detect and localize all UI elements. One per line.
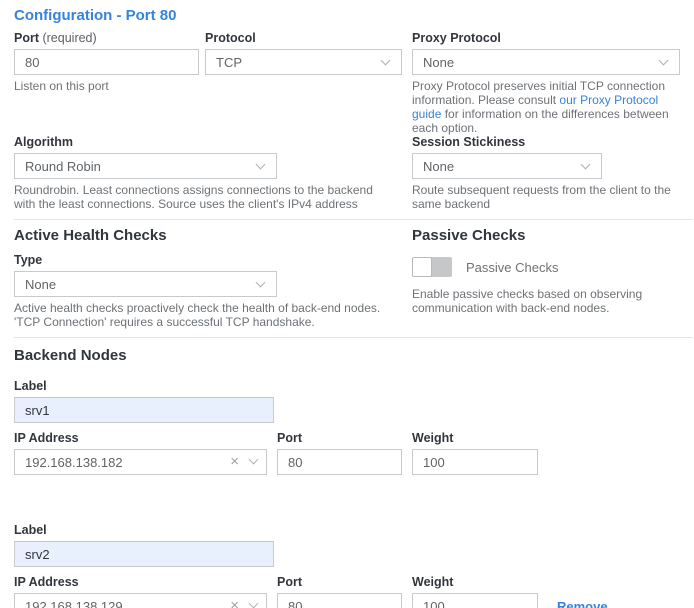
protocol-label: Protocol: [205, 31, 402, 45]
node-weight-label: Weight: [412, 431, 538, 445]
node-address-row: IP Address × Port Weight: [14, 431, 694, 475]
session-stickiness-select-value: None: [423, 159, 454, 174]
protocol-select-value: TCP: [216, 55, 242, 70]
passive-checks-section: Passive Checks Passive Checks Enable pas…: [412, 228, 680, 315]
toggle-knob-icon: [412, 257, 432, 277]
port-input[interactable]: [14, 49, 199, 75]
row-algorithm-stickiness: Algorithm Round Robin Roundrobin. Least …: [14, 135, 694, 211]
algorithm-field-group: Algorithm Round Robin Roundrobin. Least …: [14, 135, 412, 211]
port-required-note: (required): [42, 31, 96, 45]
active-health-checks-section: Active Health Checks Type None Active he…: [14, 228, 412, 329]
node-ip-input[interactable]: [14, 449, 267, 475]
session-stickiness-label: Session Stickiness: [412, 135, 680, 149]
node-port-field-group: Port: [277, 575, 402, 608]
configuration-panel: Configuration - Port 80 Port (required) …: [0, 0, 694, 608]
node-port-field-group: Port: [277, 431, 402, 475]
health-check-type-select-value: None: [25, 277, 56, 292]
chevron-down-icon: [256, 278, 266, 288]
node-port-input[interactable]: [277, 449, 402, 475]
node-label-label: Label: [14, 379, 694, 393]
node-port-label: Port: [277, 575, 402, 589]
clear-icon[interactable]: ×: [230, 597, 239, 608]
node-weight-label: Weight: [412, 575, 538, 589]
chevron-down-icon: [381, 56, 391, 66]
proxy-protocol-helper: Proxy Protocol preserves initial TCP con…: [412, 79, 680, 135]
active-health-checks-heading: Active Health Checks: [14, 228, 412, 243]
node-label-input[interactable]: [14, 397, 274, 423]
protocol-select[interactable]: TCP: [205, 49, 402, 75]
algorithm-helper: Roundrobin. Least connections assigns co…: [14, 183, 392, 211]
node-weight-input[interactable]: [412, 449, 538, 475]
node-port-input[interactable]: [277, 593, 402, 608]
session-stickiness-field-group: Session Stickiness None Route subsequent…: [412, 135, 680, 211]
algorithm-select[interactable]: Round Robin: [14, 153, 277, 179]
clear-icon[interactable]: ×: [230, 453, 239, 470]
active-health-checks-helper: Active health checks proactively check t…: [14, 301, 392, 329]
row-health-checks: Active Health Checks Type None Active he…: [14, 228, 694, 329]
passive-checks-heading: Passive Checks: [412, 228, 680, 243]
page-title: Configuration - Port 80: [14, 8, 694, 23]
backend-node-1: Label IP Address × Port Weight: [14, 379, 694, 475]
node-ip-label: IP Address: [14, 431, 267, 445]
passive-checks-toggle[interactable]: [412, 257, 452, 277]
backend-node-2: Label IP Address × Port Weight Remove: [14, 523, 694, 608]
health-check-type-label: Type: [14, 253, 412, 267]
session-stickiness-helper: Route subsequent requests from the clien…: [412, 183, 680, 211]
proxy-protocol-label: Proxy Protocol: [412, 31, 680, 45]
passive-checks-toggle-row: Passive Checks: [412, 257, 680, 277]
node-ip-field-group: IP Address ×: [14, 431, 267, 475]
node-ip-label: IP Address: [14, 575, 267, 589]
remove-node-wrap: Remove: [557, 599, 608, 608]
passive-checks-toggle-label: Passive Checks: [466, 260, 558, 275]
proxy-protocol-select-value: None: [423, 55, 454, 70]
section-divider: [14, 219, 693, 220]
section-divider: [14, 337, 693, 338]
port-field-group: Port (required) Listen on this port: [14, 31, 199, 93]
session-stickiness-select[interactable]: None: [412, 153, 602, 179]
proxy-protocol-select[interactable]: None: [412, 49, 680, 75]
algorithm-label: Algorithm: [14, 135, 412, 149]
node-address-row: IP Address × Port Weight Remove: [14, 575, 694, 608]
port-helper: Listen on this port: [14, 79, 199, 93]
node-weight-input[interactable]: [412, 593, 538, 608]
node-weight-field-group: Weight: [412, 431, 538, 475]
node-label-input[interactable]: [14, 541, 274, 567]
node-ip-field-group: IP Address ×: [14, 575, 267, 608]
health-check-type-select[interactable]: None: [14, 271, 277, 297]
node-ip-input[interactable]: [14, 593, 267, 608]
algorithm-select-value: Round Robin: [25, 159, 101, 174]
node-ip-combobox[interactable]: ×: [14, 593, 267, 608]
node-ip-combobox[interactable]: ×: [14, 449, 267, 475]
chevron-down-icon: [581, 160, 591, 170]
backend-nodes-heading: Backend Nodes: [14, 348, 694, 363]
row-port-protocol: Port (required) Listen on this port Prot…: [14, 31, 694, 135]
chevron-down-icon: [256, 160, 266, 170]
chevron-down-icon: [659, 56, 669, 66]
node-port-label: Port: [277, 431, 402, 445]
node-label-label: Label: [14, 523, 694, 537]
passive-checks-helper: Enable passive checks based on observing…: [412, 287, 680, 315]
node-weight-field-group: Weight: [412, 575, 538, 608]
port-label: Port (required): [14, 31, 199, 45]
proxy-protocol-field-group: Proxy Protocol None Proxy Protocol prese…: [412, 31, 680, 135]
remove-node-button[interactable]: Remove: [557, 599, 608, 608]
protocol-field-group: Protocol TCP: [205, 31, 402, 75]
